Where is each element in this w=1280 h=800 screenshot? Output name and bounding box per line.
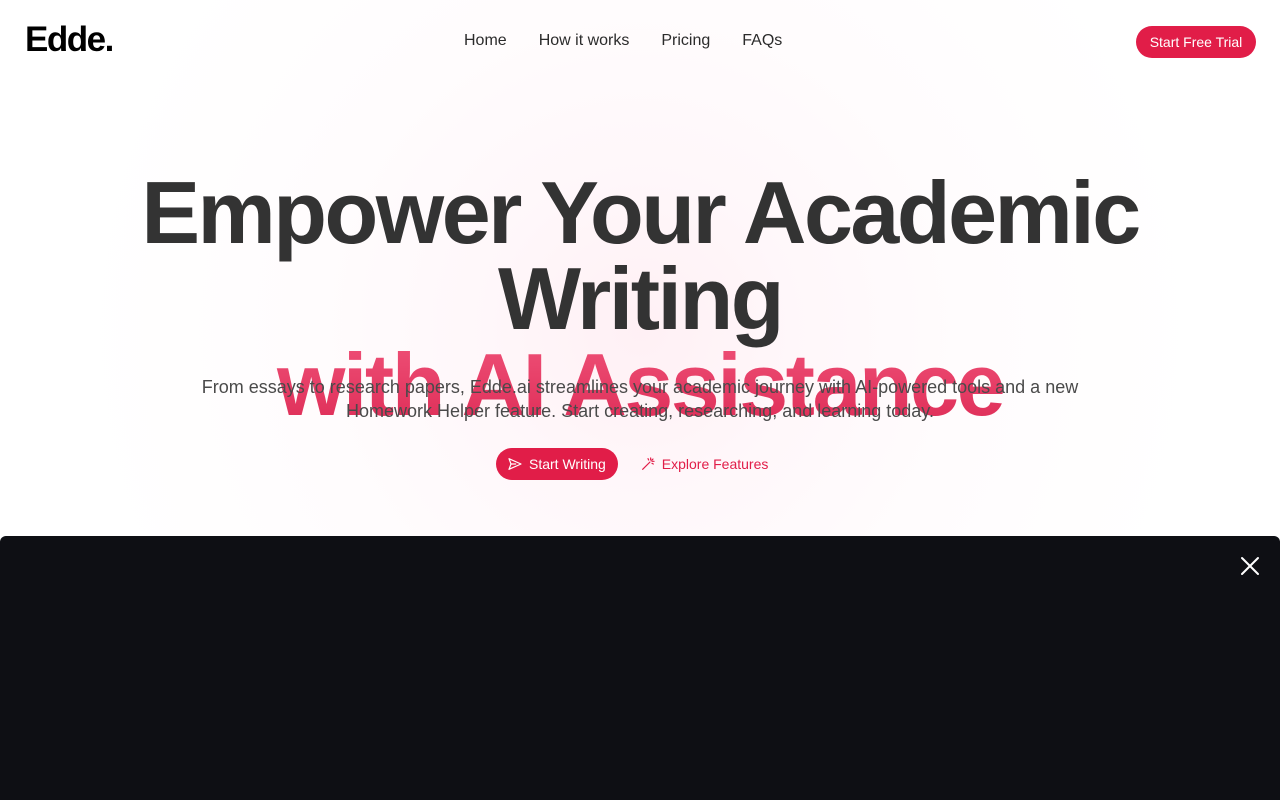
magic-wand-icon (640, 456, 656, 472)
start-free-trial-button[interactable]: Start Free Trial (1136, 26, 1256, 58)
nav-how-it-works[interactable]: How it works (539, 30, 630, 52)
explore-features-label: Explore Features (661, 456, 769, 472)
close-icon[interactable] (1240, 556, 1260, 576)
logo[interactable]: Edde. (25, 20, 114, 60)
hero-subtitle: From essays to research papers, Edde.ai … (190, 375, 1090, 423)
start-writing-label: Start Writing (529, 456, 606, 472)
start-writing-button[interactable]: Start Writing (496, 448, 618, 480)
explore-features-button[interactable]: Explore Features (638, 448, 771, 480)
hero-subtitle-line1: From essays to research papers, Edde.ai … (201, 377, 1079, 397)
nav-home[interactable]: Home (464, 30, 507, 52)
cta-row: Start Writing Explore Features (496, 448, 770, 480)
video-panel (0, 536, 1280, 800)
nav-pricing[interactable]: Pricing (661, 30, 710, 52)
nav-faqs[interactable]: FAQs (742, 30, 782, 52)
hero-title-line1: Empower Your Academic Writing (141, 163, 1141, 348)
site-header: Edde. Home How it works Pricing FAQs Sta… (0, 0, 1280, 84)
hero-subtitle-line2: Homework Helper feature. Start creating,… (346, 401, 934, 421)
main-nav: Home How it works Pricing FAQs (464, 30, 782, 52)
send-icon (507, 456, 523, 472)
